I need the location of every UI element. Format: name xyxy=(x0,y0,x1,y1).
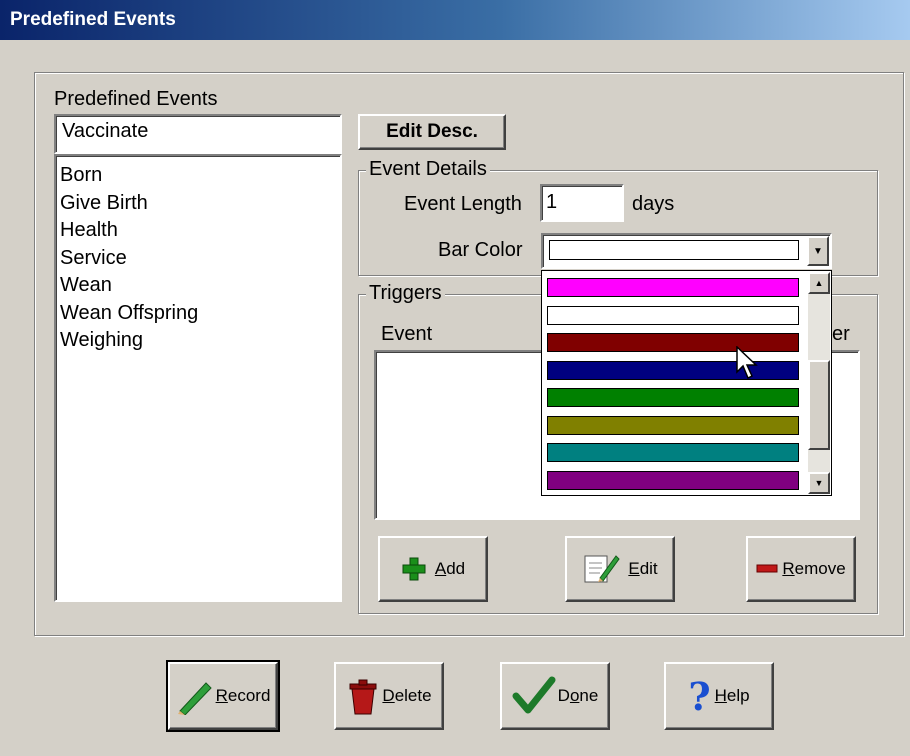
event-length-label: Event Length xyxy=(404,193,522,215)
plus-icon xyxy=(401,556,427,582)
help-button[interactable]: ? Help xyxy=(664,662,774,730)
event-length-unit: days xyxy=(632,193,675,215)
add-label: Add xyxy=(434,559,466,578)
trigger-column-partial: er xyxy=(832,323,850,345)
color-option[interactable] xyxy=(543,329,803,356)
help-label: Help xyxy=(714,686,750,705)
color-option[interactable] xyxy=(547,360,799,380)
bar-color-swatch xyxy=(549,240,799,260)
pencil-icon xyxy=(176,677,214,715)
color-option[interactable] xyxy=(547,388,799,407)
bar-color-combo[interactable]: ▼ xyxy=(541,233,832,269)
edit-trigger-button[interactable]: Edit xyxy=(565,536,675,602)
event-list-item[interactable]: Wean Offspring xyxy=(60,300,336,328)
event-list-item[interactable]: Born xyxy=(60,162,336,190)
event-name-field[interactable]: Vaccinate xyxy=(54,114,342,154)
record-button[interactable]: Record xyxy=(166,660,280,732)
color-option[interactable] xyxy=(547,305,799,325)
color-option[interactable] xyxy=(547,470,799,490)
color-option[interactable] xyxy=(547,443,799,462)
scroll-thumb[interactable] xyxy=(808,360,830,450)
edit-label: Edit xyxy=(628,559,658,578)
record-label: Record xyxy=(215,686,271,705)
done-button[interactable]: Done xyxy=(500,662,610,730)
done-label: Done xyxy=(557,686,599,705)
scroll-up-icon[interactable]: ▲ xyxy=(808,272,830,294)
minus-icon xyxy=(756,564,778,574)
bar-color-label: Bar Color xyxy=(438,239,523,261)
remove-trigger-button[interactable]: Remove xyxy=(746,536,856,602)
color-option[interactable] xyxy=(547,415,799,435)
event-length-input[interactable]: 1 xyxy=(540,184,624,222)
event-list[interactable]: Born Give Birth Health Service Wean Wean Offs… xyxy=(54,154,342,602)
bar-color-dropdown-list[interactable]: ▲ ▼ xyxy=(541,270,832,496)
triggers-title: Triggers xyxy=(366,282,445,305)
event-list-item[interactable]: Wean xyxy=(60,272,336,300)
color-option[interactable] xyxy=(547,278,799,297)
add-trigger-button[interactable]: Add xyxy=(378,536,488,602)
event-list-item[interactable]: Service xyxy=(60,245,336,273)
event-details-title: Event Details xyxy=(366,158,490,181)
question-mark-icon: ? xyxy=(688,673,711,719)
title-bar: Predefined Events xyxy=(0,0,910,40)
checkmark-icon xyxy=(512,676,556,716)
mouse-cursor-icon xyxy=(736,345,760,385)
event-list-item[interactable]: Weighing xyxy=(60,327,336,355)
trash-can-icon xyxy=(346,677,380,715)
event-list-item[interactable]: Health xyxy=(60,217,336,245)
edit-desc-button[interactable]: Edit Desc. xyxy=(358,114,506,150)
remove-label: Remove xyxy=(782,559,846,578)
dropdown-scrollbar[interactable]: ▲ ▼ xyxy=(808,272,830,494)
scroll-down-icon[interactable]: ▼ xyxy=(808,472,830,494)
dropdown-arrow-icon[interactable]: ▼ xyxy=(807,236,829,266)
trigger-column-event: Event xyxy=(381,323,433,345)
predefined-events-label: Predefined Events xyxy=(54,88,218,110)
event-list-item[interactable]: Give Birth xyxy=(60,190,336,218)
delete-label: Delete xyxy=(382,686,432,705)
delete-button[interactable]: Delete xyxy=(334,662,444,730)
notepad-pencil-icon xyxy=(582,552,620,586)
